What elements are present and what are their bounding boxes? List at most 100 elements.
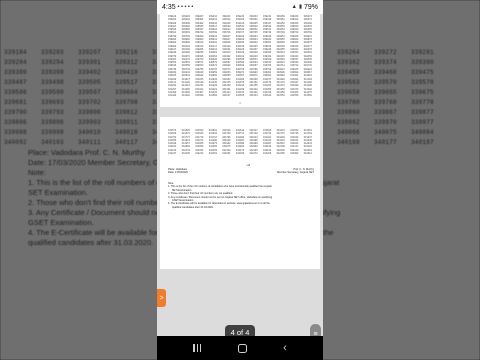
roll-number: 341542	[262, 94, 272, 98]
roll-number: 341534	[249, 94, 258, 98]
roll-number: 339790	[4, 109, 27, 116]
page-indicator: 4 of 4	[225, 325, 255, 336]
roll-number: 341508	[208, 94, 217, 98]
recents-icon[interactable]	[193, 344, 202, 352]
roll-number: 342295	[276, 152, 285, 156]
roll-number: 340169	[337, 139, 360, 146]
status-bar: 4:35 ▪ ▪ ▪ ▪ ▪ ▲ ▮ 79%	[157, 0, 323, 14]
roll-number: 339970	[374, 119, 397, 126]
roll-number: 342227	[168, 152, 177, 156]
roll-number: 339604	[115, 89, 138, 96]
roll-number: 339998	[41, 129, 64, 136]
roll-number: 339693	[41, 99, 64, 106]
roll-number: 339597	[78, 89, 101, 96]
roll-number: 339410	[115, 69, 138, 76]
signatory-designation: Member Secretary, Gujarat SET	[277, 171, 314, 175]
status-time: 4:35	[162, 3, 176, 11]
notes-section: Note: 1. This is the list of the roll nu…	[168, 182, 312, 209]
roll-number: 339264	[337, 49, 360, 56]
roll-number: 341551	[276, 94, 285, 98]
roll-number: 339578	[411, 79, 434, 86]
roll-number: 340103	[41, 139, 64, 146]
date-text: Date: 17/03/2020	[168, 171, 188, 175]
roll-number: 342244	[195, 152, 204, 156]
roll-number: 339665	[374, 89, 397, 96]
roll-number: 339867	[374, 109, 397, 116]
roll-number: 339590	[41, 89, 64, 96]
roll-number: 342252	[208, 152, 217, 156]
roll-number: 339778	[411, 99, 434, 106]
roll-number: 339184	[4, 49, 27, 56]
roll-number: 339207	[78, 49, 101, 56]
roll-number: 340187	[411, 139, 434, 146]
roll-number: 339681	[4, 99, 27, 106]
home-icon[interactable]	[237, 343, 247, 353]
table-row: 342227 342236 342244 342252 342261 342269 3422…	[168, 152, 312, 155]
back-icon[interactable]: ‹	[283, 343, 287, 354]
roll-number: 339768	[374, 99, 397, 106]
table-row: 341483 341492 341500 341508 341517 341525 3415…	[168, 94, 312, 97]
page-number: 3	[239, 102, 241, 105]
scroll-handle-icon[interactable]: ≡	[310, 324, 321, 336]
chevron-right-icon[interactable]: >	[157, 289, 166, 307]
roll-number: 339312	[115, 59, 138, 66]
roll-number: 342236	[181, 152, 190, 156]
roll-number: 339517	[115, 79, 138, 86]
roll-number: 339658	[337, 89, 360, 96]
pdf-page-3: 339184 339203 339207 339216 339221 339226 3392…	[160, 14, 320, 107]
roll-number: 340010	[78, 129, 101, 136]
roll-number: 340117	[115, 139, 138, 146]
roll-number: 339362	[337, 59, 360, 66]
roll-number: 342278	[249, 152, 258, 156]
roll-number: 339977	[411, 119, 434, 126]
roll-number: 339301	[78, 59, 101, 66]
roll-number: 342312	[303, 152, 312, 156]
roll-number: 339812	[115, 109, 138, 116]
pdf-viewer[interactable]: 339184 339203 339207 339216 339221 339226 3392…	[157, 14, 323, 336]
note-line: qualified candidates after 31.03.2020.	[172, 205, 214, 209]
roll-number: 339487	[4, 79, 27, 86]
roll-number: 339272	[374, 49, 397, 56]
roll-number: 339702	[78, 99, 101, 106]
roll-number: 339216	[115, 49, 138, 56]
roll-number: 339203	[41, 49, 64, 56]
roll-number: 340111	[78, 139, 101, 146]
roll-number: 341568	[303, 94, 312, 98]
pdf-page-4: 341576 341585 341593 341601 341610 341618 3416…	[160, 117, 320, 269]
roll-number: 342303	[290, 152, 299, 156]
roll-number: 339708	[115, 99, 138, 106]
roll-number: 342286	[262, 152, 272, 156]
roll-number-table: 339184 339203 339207 339216 339221 339226 3392…	[168, 15, 312, 97]
roll-number: 341483	[168, 94, 177, 98]
roll-number: 339380	[411, 59, 434, 66]
roll-number: 341517	[222, 94, 231, 98]
roll-number-table: 341576 341585 341593 341601 341610 341618 3416…	[168, 129, 312, 155]
roll-number: 339903	[78, 119, 101, 126]
roll-number: 339962	[337, 119, 360, 126]
roll-number: 339402	[78, 69, 101, 76]
roll-number: 339896	[41, 119, 64, 126]
battery-icon: ▮	[298, 4, 302, 10]
roll-number: 340075	[374, 129, 397, 136]
roll-number: 339563	[337, 79, 360, 86]
roll-number: 340018	[115, 129, 138, 136]
signal-icon: ▲	[291, 4, 297, 10]
roll-number: 339374	[374, 59, 397, 66]
roll-number: 339498	[41, 79, 64, 86]
roll-number: 341500	[195, 94, 204, 98]
roll-number: 339911	[115, 119, 138, 126]
roll-number: 339281	[411, 49, 434, 56]
roll-number: 340066	[337, 129, 360, 136]
roll-number: 340084	[411, 129, 434, 136]
battery-level: 79%	[303, 3, 318, 11]
roll-number: 339860	[337, 109, 360, 116]
roll-number: 339760	[337, 99, 360, 106]
roll-number: 339800	[78, 109, 101, 116]
roll-number: 342269	[235, 152, 245, 156]
roll-number: 340092	[4, 139, 27, 146]
roll-number: 339586	[4, 89, 27, 96]
roll-number: 339505	[78, 79, 101, 86]
roll-number: 342261	[222, 152, 231, 156]
roll-number: 339877	[411, 109, 434, 116]
roll-number: 339475	[411, 69, 434, 76]
